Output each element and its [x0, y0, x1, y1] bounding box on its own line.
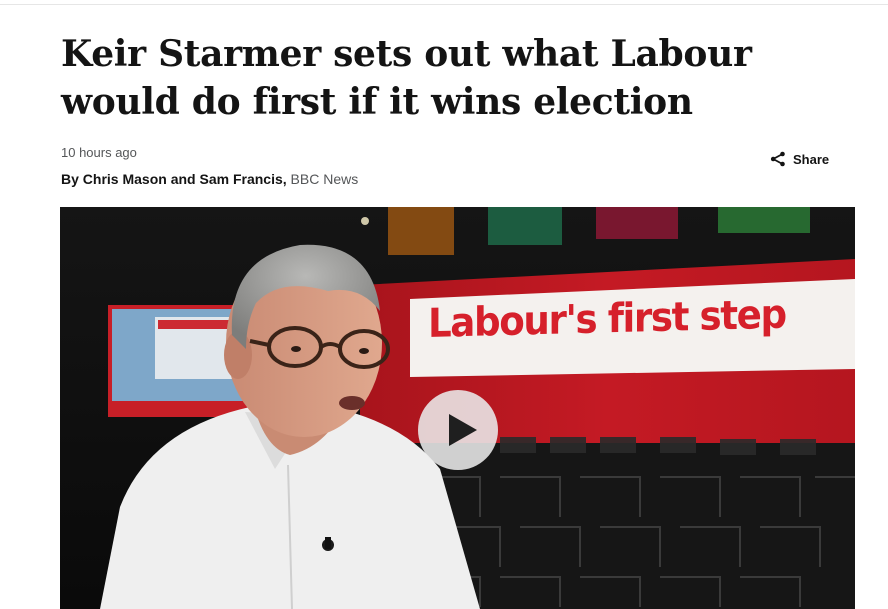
byline-prefix: By — [61, 171, 83, 187]
play-icon — [449, 414, 477, 446]
byline-outlet[interactable]: BBC News — [291, 171, 359, 187]
top-divider — [0, 4, 888, 5]
byline-authors: Chris Mason and Sam Francis, — [82, 171, 287, 187]
share-icon — [770, 151, 786, 167]
share-button[interactable]: Share — [770, 149, 829, 169]
article-timestamp: 10 hours ago — [61, 145, 137, 160]
article-byline: By Chris Mason and Sam Francis, BBC News — [61, 171, 358, 187]
article-page: Keir Starmer sets out what Labour would … — [0, 0, 888, 609]
play-button[interactable] — [418, 390, 498, 470]
video-player[interactable]: Labour's first step — [60, 207, 855, 609]
share-label: Share — [793, 151, 830, 167]
article-headline: Keir Starmer sets out what Labour would … — [61, 33, 752, 123]
labour-banner-text: Labour's first step — [428, 291, 786, 347]
